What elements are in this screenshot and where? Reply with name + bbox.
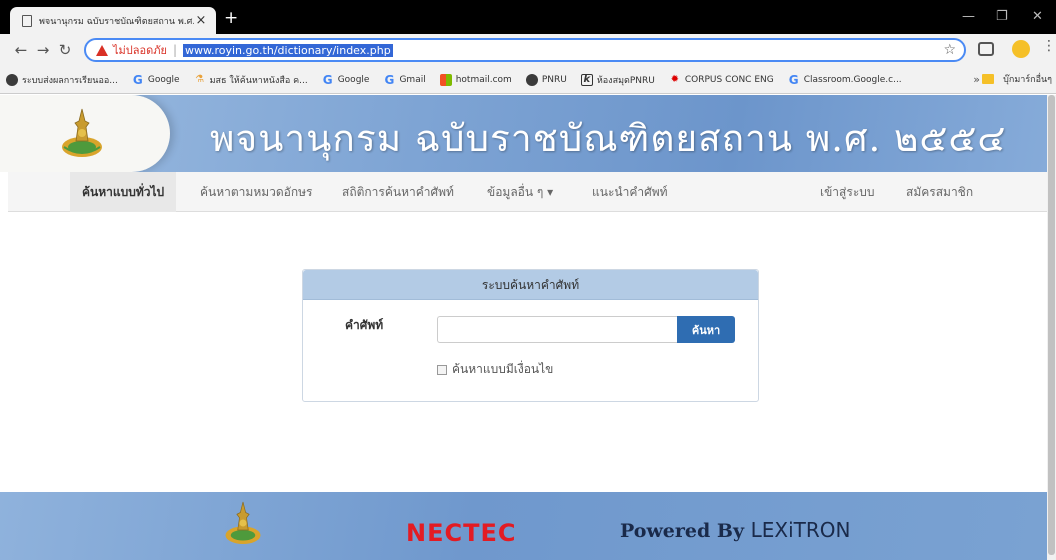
nav-suggest-word[interactable]: แนะนำคำศัพท์ [592,172,668,212]
nav-search-statistics[interactable]: สถิติการค้นหาคำศัพท์ [342,172,454,212]
page-scrollbar[interactable] [1047,95,1056,560]
minimize-icon[interactable]: — [962,9,975,24]
bookmark-item[interactable]: ✹ CORPUS CONC ENG [669,74,774,86]
bookmark-star-icon[interactable]: ☆ [943,42,956,58]
bookmark-item[interactable]: ⚗ มสธ ให้ค้นหาหนังสือ ค... [194,73,308,87]
google-icon: G [788,72,799,87]
bookmarks-overflow-icon[interactable]: » [973,73,980,86]
powered-by-text[interactable]: Powered By LEXiTRON [620,518,850,542]
bookmark-item[interactable]: ระบบส่งผลการเรียนออ... [6,73,118,87]
omnibox[interactable]: ไม่ปลอดภัย | www.royin.go.th/dictionary/… [84,38,966,62]
security-warning[interactable]: ไม่ปลอดภัย [113,41,167,59]
page-icon [22,14,32,27]
page-title: พจนานุกรม ฉบับราชบัณฑิตยสถาน พ.ศ. ๒๕๕๔ [210,117,1007,160]
address-bar: ← → ↻ ไม่ปลอดภัย | www.royin.go.th/dicti… [0,34,1056,66]
search-button[interactable]: ค้นหา [677,316,735,343]
nav-other-info-dropdown[interactable]: ข้อมูลอื่น ๆ ▾ [487,172,553,212]
browser-tab[interactable]: พจนานุกรม ฉบับราชบัณฑิตยสถาน พ.ศ. × [10,7,216,34]
search-panel: ระบบค้นหาคำศัพท์ คำศัพท์ ค้นหา ค้นหาแบบม… [302,269,759,402]
k-icon: k [580,73,593,86]
conditional-search-checkbox[interactable] [437,364,447,375]
circle-icon [525,73,538,86]
forward-icon[interactable]: → [32,41,54,59]
maple-leaf-icon: ✹ [670,74,680,85]
scrollbar-thumb[interactable] [1048,95,1055,555]
google-icon: G [384,72,395,87]
lexitron-wordmark: LEXiTRON [750,518,851,542]
bookmark-item[interactable]: G Google [132,72,180,87]
bookmark-item[interactable]: PNRU [525,73,567,86]
restore-icon[interactable]: ❐ [996,9,1008,24]
folder-icon [982,74,994,84]
reload-icon[interactable]: ↻ [54,41,76,59]
bookmark-item[interactable]: G Google [322,72,370,87]
back-icon[interactable]: ← [10,41,32,59]
bookmark-item[interactable]: G Classroom.Google.c... [788,72,902,87]
bookmark-item[interactable]: k ห้องสมุดPNRU [580,73,655,87]
search-input[interactable] [437,316,677,343]
bookmarks-bar: ระบบส่งผลการเรียนออ... G Google ⚗ มสธ ให… [0,66,1056,94]
circle-icon [6,73,18,86]
header-logo[interactable] [0,95,170,172]
nav-alphabet-search[interactable]: ค้นหาตามหมวดอักษร [200,172,313,212]
conditional-search-label: ค้นหาแบบมีเงื่อนไข [452,362,554,376]
nav-login[interactable]: เข้าสู่ระบบ [820,172,875,212]
close-window-icon[interactable]: ✕ [1032,9,1043,24]
google-icon: G [322,72,333,87]
warning-icon [96,44,108,56]
word-label: คำศัพท์ [345,318,384,332]
bookmark-item[interactable]: G Gmail [383,72,426,87]
other-bookmarks[interactable]: บุ๊กมาร์กอื่นๆ [1003,72,1052,86]
main-nav: ค้นหาแบบทั่วไป ค้นหาตามหมวดอักษร สถิติกา… [8,172,1047,212]
profile-avatar[interactable] [1012,40,1030,58]
url-text[interactable]: www.royin.go.th/dictionary/index.php [183,43,393,57]
tab-title: พจนานุกรม ฉบับราชบัณฑิตยสถาน พ.ศ. [39,16,194,27]
site-header: พจนานุกรม ฉบับราชบัณฑิตยสถาน พ.ศ. ๒๕๕๔ [0,95,1047,172]
google-icon: G [132,72,143,87]
nav-general-search[interactable]: ค้นหาแบบทั่วไป [70,172,177,212]
tab-close-icon[interactable]: × [194,13,208,28]
conditional-search-option[interactable]: ค้นหาแบบมีเงื่อนไข [437,360,553,379]
new-tab-icon[interactable]: + [224,9,238,27]
nav-register[interactable]: สมัครสมาชิก [906,172,973,212]
royal-institute-seal-icon [62,108,102,157]
royal-institute-seal-icon [225,501,261,544]
extension-icon[interactable] [978,42,994,56]
site-footer: NECTEC Powered By LEXiTRON [0,492,1047,560]
nectec-logo[interactable]: NECTEC [406,519,516,555]
flask-icon: ⚗ [195,74,205,85]
browser-titlebar: พจนานุกรม ฉบับราชบัณฑิตยสถาน พ.ศ. × + — … [0,0,1056,34]
windows-icon [439,73,452,86]
nectec-wordmark: NECTEC [406,519,517,547]
menu-kebab-icon[interactable]: ⋮ [1042,38,1056,54]
search-panel-title: ระบบค้นหาคำศัพท์ [303,270,758,300]
bookmark-item[interactable]: hotmail.com [439,73,512,86]
